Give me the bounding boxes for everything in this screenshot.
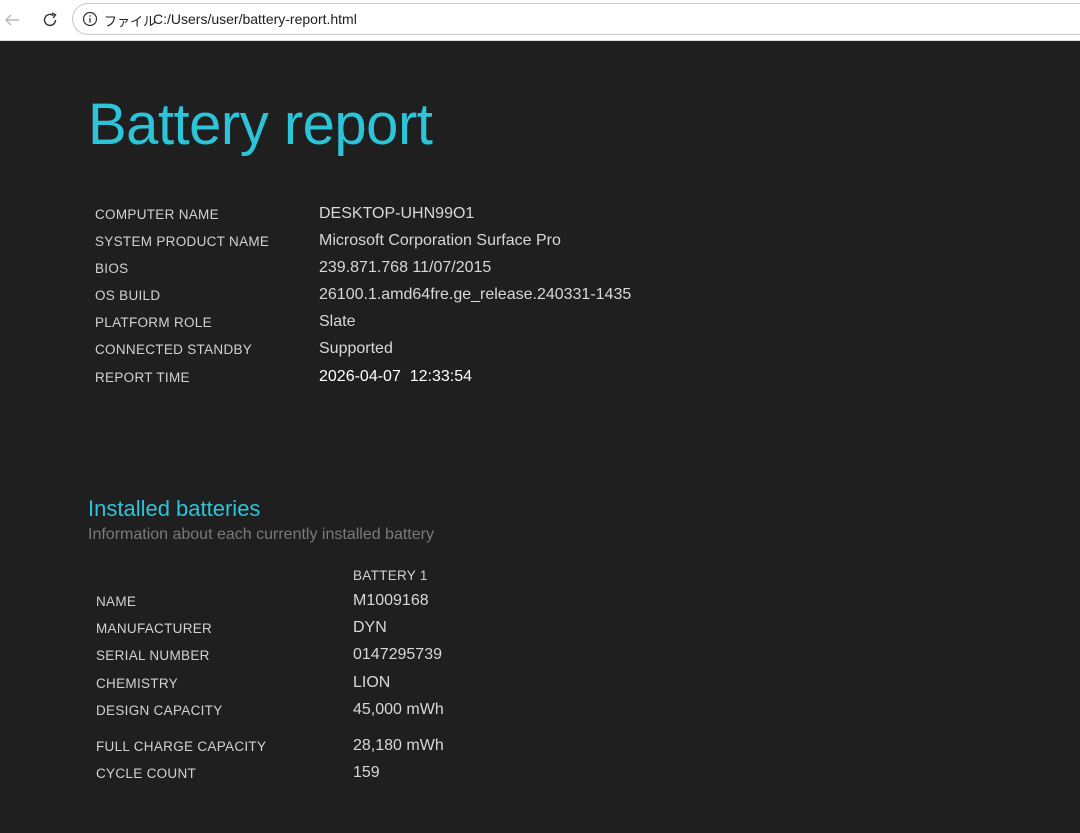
reload-button[interactable] xyxy=(38,8,62,32)
info-row-system-product-name: SYSTEM PRODUCT NAME Microsoft Corporatio… xyxy=(95,230,735,257)
info-row-connected-standby: CONNECTED STANDBY Supported xyxy=(95,338,735,365)
battery-value: DYN xyxy=(353,619,387,637)
battery-key: SERIAL NUMBER xyxy=(96,648,210,664)
battery-row-name: NAME M1009168 xyxy=(96,589,596,616)
battery-value: 159 xyxy=(353,764,380,782)
info-key: SYSTEM PRODUCT NAME xyxy=(95,234,270,250)
reload-icon xyxy=(43,12,57,27)
info-value: 239.871.768 11/07/2015 xyxy=(319,259,492,277)
battery-key: FULL CHARGE CAPACITY xyxy=(96,738,267,754)
info-row-bios: BIOS 239.871.768 11/07/2015 xyxy=(95,257,735,284)
info-value: 26100.1.amd64fre.ge_release.240331-1435 xyxy=(319,286,632,304)
battery-value: 28,180 mWh xyxy=(353,736,444,754)
info-row-platform-role: PLATFORM ROLE Slate xyxy=(95,311,735,338)
section-title-installed-batteries: Installed batteries xyxy=(88,496,261,521)
battery-key: DESIGN CAPACITY xyxy=(96,702,223,718)
info-value: DESKTOP-UHN99O1 xyxy=(319,205,475,222)
back-button[interactable] xyxy=(0,8,24,32)
battery-table: NAME M1009168 MANUFACTURER DYN SERIAL NU… xyxy=(96,589,596,788)
battery-key: CYCLE COUNT xyxy=(96,766,197,782)
battery-value: 45,000 mWh xyxy=(353,700,444,718)
battery-key: CHEMISTRY xyxy=(96,675,178,691)
info-value: Microsoft Corporation Surface Pro xyxy=(319,232,561,250)
system-info-table: COMPUTER NAME DESKTOP-UHN99O1 SYSTEM PRO… xyxy=(95,203,735,393)
info-key: PLATFORM ROLE xyxy=(95,315,212,331)
page-title: Battery report xyxy=(88,92,433,157)
info-value: 2026-04-07 12:33:54 xyxy=(319,367,473,385)
battery-row-serial-number: SERIAL NUMBER 0147295739 xyxy=(96,643,596,670)
battery-row-full-charge-capacity: FULL CHARGE CAPACITY 28,180 mWh xyxy=(96,734,596,761)
battery-row-design-capacity: DESIGN CAPACITY 45,000 mWh xyxy=(96,698,596,725)
info-value: Supported xyxy=(319,340,393,358)
file-scheme-label: ファイル xyxy=(104,14,157,29)
browser-toolbar: ファイル C:/Users/user/battery-report.html xyxy=(0,0,1080,41)
report-page: Battery report COMPUTER NAME DESKTOP-UHN… xyxy=(0,41,1080,833)
info-key: OS BUILD xyxy=(95,288,161,304)
info-value: Slate xyxy=(319,313,356,331)
battery-value: 0147295739 xyxy=(353,646,442,664)
battery-key: MANUFACTURER xyxy=(96,621,213,637)
info-row-report-time: REPORT TIME 2026-04-07 12:33:54 xyxy=(95,366,735,393)
battery-row-chemistry: CHEMISTRY LION xyxy=(96,671,596,698)
info-key: BIOS xyxy=(95,261,129,277)
info-row-computer-name: COMPUTER NAME DESKTOP-UHN99O1 xyxy=(95,203,735,230)
section-subtitle: Information about each currently install… xyxy=(88,526,434,543)
info-key: REPORT TIME xyxy=(95,369,190,385)
battery-row-cycle-count: CYCLE COUNT 159 xyxy=(96,761,596,788)
battery-row-manufacturer: MANUFACTURER DYN xyxy=(96,616,596,643)
info-key: COMPUTER NAME xyxy=(95,207,219,222)
battery-value: M1009168 xyxy=(353,592,429,609)
info-key: CONNECTED STANDBY xyxy=(95,342,253,358)
battery-key: NAME xyxy=(96,594,137,609)
info-circle-icon[interactable] xyxy=(82,11,98,27)
address-bar[interactable]: ファイル C:/Users/user/battery-report.html xyxy=(72,3,1080,35)
arrow-left-icon xyxy=(5,14,19,26)
info-row-os-build: OS BUILD 26100.1.amd64fre.ge_release.240… xyxy=(95,284,735,311)
battery-value: LION xyxy=(353,673,391,691)
battery-column-header: BATTERY 1 xyxy=(353,568,428,583)
url-text[interactable]: C:/Users/user/battery-report.html xyxy=(153,11,357,27)
